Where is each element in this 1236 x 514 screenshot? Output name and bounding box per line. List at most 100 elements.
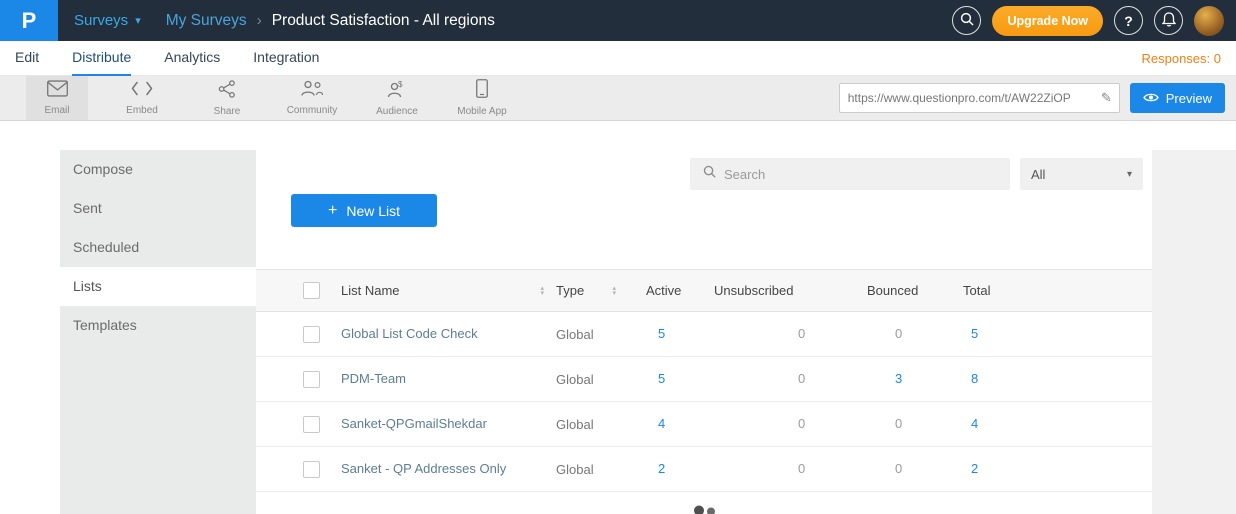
logo-letter: P bbox=[22, 8, 37, 34]
total-count[interactable]: 5 bbox=[971, 326, 978, 341]
search-button[interactable] bbox=[952, 6, 981, 35]
magnifier-icon bbox=[703, 165, 716, 183]
eye-icon bbox=[1143, 91, 1159, 106]
toolbar-item-label: Share bbox=[214, 106, 241, 117]
toolbar-item-community[interactable]: Community bbox=[281, 76, 343, 120]
plus-icon: + bbox=[328, 203, 337, 219]
edit-url-pencil-icon[interactable]: ✎ bbox=[1099, 90, 1119, 106]
responses-count[interactable]: Responses: 0 bbox=[1142, 51, 1222, 66]
select-all-checkbox[interactable] bbox=[303, 282, 320, 299]
active-count[interactable]: 4 bbox=[658, 416, 665, 431]
sidebar-item-lists[interactable]: Lists bbox=[60, 267, 256, 306]
bounced-count[interactable]: 3 bbox=[895, 371, 902, 386]
people-icon bbox=[688, 505, 720, 514]
list-search-box bbox=[690, 158, 1010, 190]
community-icon bbox=[300, 80, 324, 102]
list-name-link[interactable]: PDM-Team bbox=[341, 371, 406, 386]
notifications-button[interactable] bbox=[1154, 6, 1183, 35]
svg-text:$: $ bbox=[398, 80, 403, 89]
tab-edit[interactable]: Edit bbox=[15, 41, 39, 76]
sort-icon[interactable]: ▴▾ bbox=[540, 286, 544, 296]
column-header-total: Total bbox=[963, 270, 1152, 312]
new-list-button[interactable]: + New List bbox=[291, 194, 437, 227]
lists-table: List Name ▴▾ Type ▴▾ Active Unsubscribed… bbox=[256, 269, 1152, 492]
toolbar-item-label: Audience bbox=[376, 106, 418, 117]
sidebar-item-scheduled[interactable]: Scheduled bbox=[60, 228, 256, 267]
topbar-actions: Upgrade Now ? bbox=[952, 6, 1236, 36]
row-checkbox[interactable] bbox=[303, 326, 320, 343]
audience-icon: $ bbox=[387, 80, 407, 103]
row-checkbox[interactable] bbox=[303, 461, 320, 478]
list-type: Global bbox=[556, 447, 646, 492]
table-row: Global List Code Check Global 5 0 0 5 bbox=[256, 312, 1152, 357]
breadcrumb: My Surveys › Product Satisfaction - All … bbox=[166, 12, 495, 30]
sidebar-item-sent[interactable]: Sent bbox=[60, 189, 256, 228]
unsubscribed-count[interactable]: 0 bbox=[798, 416, 805, 431]
total-count[interactable]: 2 bbox=[971, 461, 978, 476]
list-type: Global bbox=[556, 357, 646, 402]
table-row: Sanket - QP Addresses Only Global 2 0 0 … bbox=[256, 447, 1152, 492]
list-name-link[interactable]: Global List Code Check bbox=[341, 326, 478, 341]
sidebar-item-compose[interactable]: Compose bbox=[60, 150, 256, 189]
column-header-type[interactable]: Type bbox=[556, 283, 584, 298]
active-count[interactable]: 5 bbox=[658, 326, 665, 341]
new-list-label: New List bbox=[346, 203, 400, 219]
tab-integration[interactable]: Integration bbox=[253, 41, 319, 76]
bounced-count[interactable]: 0 bbox=[895, 461, 902, 476]
list-search-input[interactable] bbox=[724, 167, 997, 182]
table-header-row: List Name ▴▾ Type ▴▾ Active Unsubscribed… bbox=[256, 270, 1152, 312]
sort-icon[interactable]: ▴▾ bbox=[612, 286, 616, 296]
bounced-count[interactable]: 0 bbox=[895, 416, 902, 431]
right-gutter bbox=[1152, 150, 1236, 514]
table-row: PDM-Team Global 5 0 3 8 bbox=[256, 357, 1152, 402]
tab-distribute[interactable]: Distribute bbox=[72, 41, 131, 76]
unsubscribed-count[interactable]: 0 bbox=[798, 371, 805, 386]
column-header-list-name[interactable]: List Name bbox=[341, 283, 400, 298]
tab-analytics[interactable]: Analytics bbox=[164, 41, 220, 76]
unsubscribed-count[interactable]: 0 bbox=[798, 461, 805, 476]
column-header-active: Active bbox=[646, 270, 714, 312]
breadcrumb-separator: › bbox=[257, 12, 262, 29]
row-checkbox[interactable] bbox=[303, 371, 320, 388]
avatar[interactable] bbox=[1194, 6, 1224, 36]
preview-button[interactable]: Preview bbox=[1130, 83, 1225, 113]
list-filter-dropdown[interactable]: All ▾ bbox=[1020, 158, 1143, 190]
survey-url-box: ✎ bbox=[839, 83, 1120, 113]
toolbar-item-share[interactable]: Share bbox=[196, 76, 258, 120]
upgrade-now-button[interactable]: Upgrade Now bbox=[992, 6, 1103, 36]
toolbar-right: ✎ Preview bbox=[839, 76, 1236, 120]
active-count[interactable]: 2 bbox=[658, 461, 665, 476]
list-name-link[interactable]: Sanket - QP Addresses Only bbox=[341, 461, 506, 476]
active-count[interactable]: 5 bbox=[658, 371, 665, 386]
toolbar-item-label: Email bbox=[44, 105, 69, 116]
toolbar-item-label: Mobile App bbox=[457, 106, 506, 117]
breadcrumb-my-surveys[interactable]: My Surveys bbox=[166, 12, 247, 30]
sidebar-item-templates[interactable]: Templates bbox=[60, 306, 256, 345]
questionpro-logo[interactable]: P bbox=[0, 0, 58, 41]
unsubscribed-count[interactable]: 0 bbox=[798, 326, 805, 341]
list-name-link[interactable]: Sanket-QPGmailShekdar bbox=[341, 416, 487, 431]
total-count[interactable]: 4 bbox=[971, 416, 978, 431]
row-checkbox[interactable] bbox=[303, 416, 320, 433]
toolbar-item-email[interactable]: Email bbox=[26, 76, 88, 120]
help-button[interactable]: ? bbox=[1114, 6, 1143, 35]
chevron-down-icon: ▾ bbox=[135, 14, 141, 27]
toolbar-item-audience[interactable]: $ Audience bbox=[366, 76, 428, 120]
list-type: Global bbox=[556, 312, 646, 357]
list-type: Global bbox=[556, 402, 646, 447]
help-icon: ? bbox=[1124, 13, 1133, 29]
bell-icon bbox=[1162, 12, 1176, 30]
toolbar-item-embed[interactable]: Embed bbox=[111, 76, 173, 120]
survey-url-input[interactable] bbox=[840, 91, 1099, 105]
table-row: Sanket-QPGmailShekdar Global 4 0 0 4 bbox=[256, 402, 1152, 447]
preview-label: Preview bbox=[1166, 91, 1212, 106]
search-icon bbox=[960, 12, 974, 29]
bounced-count[interactable]: 0 bbox=[895, 326, 902, 341]
column-header-bounced: Bounced bbox=[867, 270, 963, 312]
email-distribution-content: Compose Sent Scheduled Lists Templates A… bbox=[0, 150, 1236, 514]
lists-panel: All ▾ + New List List Name ▴▾ bbox=[256, 150, 1152, 514]
surveys-product-menu[interactable]: Surveys ▾ bbox=[74, 12, 141, 29]
toolbar-item-mobile-app[interactable]: Mobile App bbox=[451, 76, 513, 120]
total-count[interactable]: 8 bbox=[971, 371, 978, 386]
embed-icon bbox=[131, 80, 153, 102]
